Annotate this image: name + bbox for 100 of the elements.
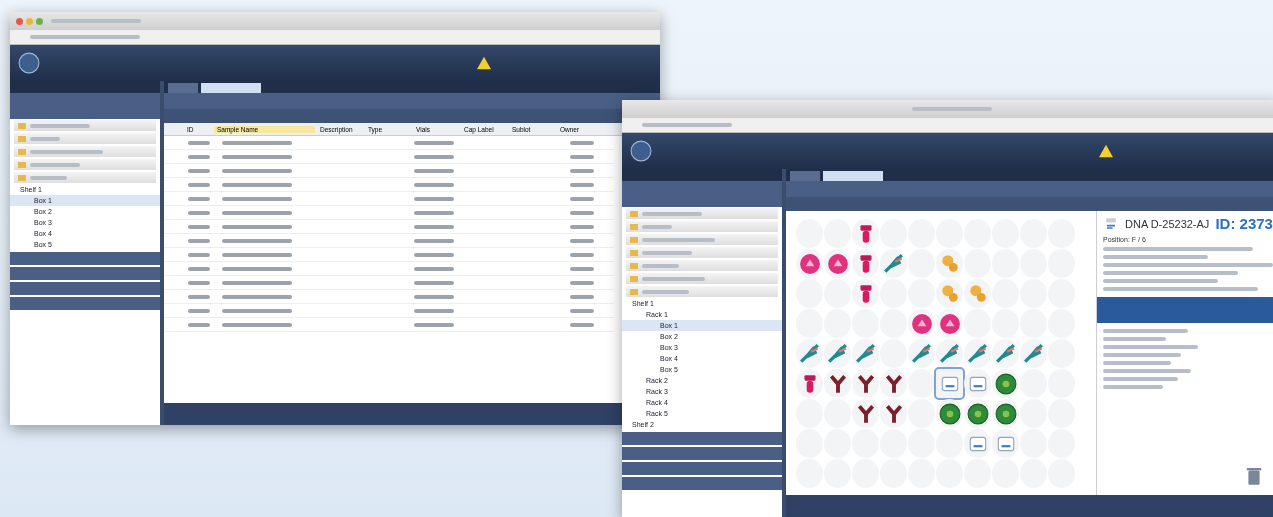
- vial-icon: [1103, 215, 1119, 232]
- well[interactable]: [852, 369, 879, 398]
- blurred-text: [642, 224, 672, 229]
- blurred-text: [30, 136, 60, 141]
- folder-item[interactable]: [626, 286, 778, 297]
- blurred-text: [222, 294, 292, 299]
- blurred-text: [222, 140, 292, 145]
- blurred-text: [414, 252, 454, 257]
- accordion-bar[interactable]: [622, 462, 782, 475]
- sample-id: ID: 2373: [1215, 215, 1273, 232]
- blurred-text: [30, 123, 90, 128]
- well[interactable]: [880, 399, 907, 428]
- blurred-text: [570, 224, 594, 229]
- blurred-text: [222, 238, 292, 243]
- folder-item[interactable]: [14, 172, 156, 183]
- well[interactable]: [852, 219, 879, 248]
- blurred-text: [414, 308, 454, 313]
- blurred-text: [188, 168, 210, 173]
- folder-item[interactable]: [626, 273, 778, 284]
- blurred-text: [188, 294, 210, 299]
- blurred-text: [222, 168, 292, 173]
- well[interactable]: [936, 309, 963, 338]
- tab[interactable]: [168, 83, 198, 93]
- well[interactable]: [936, 399, 963, 428]
- blurred-text: [222, 224, 292, 229]
- tab[interactable]: [823, 171, 883, 181]
- blurred-text: [188, 224, 210, 229]
- address-bar[interactable]: [622, 118, 1273, 133]
- blurred-text: [1103, 361, 1171, 365]
- leaf-icon: [994, 342, 1017, 365]
- trash-icon[interactable]: [1246, 465, 1262, 487]
- blurred-text: [188, 322, 210, 327]
- blurred-text: [570, 280, 594, 285]
- well[interactable]: [880, 369, 907, 398]
- blurred-text: [1103, 385, 1163, 389]
- cell-icon: [994, 402, 1017, 425]
- accordion-bar[interactable]: [10, 282, 160, 295]
- window-buttons-icon[interactable]: [16, 17, 43, 25]
- folder-item[interactable]: [626, 247, 778, 258]
- folder-item[interactable]: [14, 159, 156, 170]
- blurred-text: [188, 196, 210, 201]
- blurred-text: [188, 238, 210, 243]
- blurred-text: [30, 162, 80, 167]
- well[interactable]: [852, 399, 879, 428]
- blurred-text: [414, 182, 454, 187]
- well[interactable]: [964, 399, 991, 428]
- blurred-text: [188, 266, 210, 271]
- accordion-bar[interactable]: [622, 432, 782, 445]
- folder-item[interactable]: [14, 120, 156, 131]
- leaf-icon: [1022, 342, 1045, 365]
- tab[interactable]: [201, 83, 261, 93]
- blurred-text: [414, 224, 454, 229]
- blurred-text: [188, 308, 210, 313]
- well[interactable]: [824, 369, 851, 398]
- address-bar[interactable]: [10, 30, 660, 45]
- accordion-bar[interactable]: [622, 477, 782, 490]
- ball-icon: [826, 252, 849, 275]
- well[interactable]: [796, 369, 823, 398]
- accordion-bar[interactable]: [10, 297, 160, 310]
- blurred-text: [414, 280, 454, 285]
- accordion-bar[interactable]: [10, 267, 160, 280]
- blurred-text: [570, 308, 594, 313]
- leaf-icon: [966, 342, 989, 365]
- folder-item[interactable]: [14, 133, 156, 144]
- blurred-text: [642, 289, 689, 294]
- well[interactable]: [852, 249, 879, 278]
- well[interactable]: [992, 399, 1019, 428]
- warning-icon: [476, 56, 492, 70]
- folder-item[interactable]: [626, 208, 778, 219]
- blurred-text: [222, 154, 292, 159]
- blurred-text: [414, 196, 454, 201]
- folder-item[interactable]: [14, 146, 156, 157]
- accordion-bar[interactable]: [10, 252, 160, 265]
- ball-icon: [910, 312, 933, 335]
- blurred-text: [222, 266, 292, 271]
- accordion-bar[interactable]: [622, 447, 782, 460]
- folder-item[interactable]: [626, 221, 778, 232]
- cell-icon: [938, 402, 961, 425]
- ball-icon: [798, 252, 821, 275]
- blurred-text: [570, 196, 594, 201]
- blurred-text: [570, 294, 594, 299]
- well[interactable]: [852, 279, 879, 308]
- leaf-icon: [882, 252, 905, 275]
- well[interactable]: [992, 369, 1019, 398]
- blurred-text: [188, 182, 210, 187]
- cell-icon: [994, 372, 1017, 395]
- logo-icon: [18, 52, 40, 74]
- folder-item[interactable]: [626, 234, 778, 245]
- well[interactable]: [824, 249, 851, 278]
- blurred-text: [222, 196, 292, 201]
- blurred-text: [570, 266, 594, 271]
- well[interactable]: [796, 249, 823, 278]
- tab[interactable]: [790, 171, 820, 181]
- blurred-text: [570, 322, 594, 327]
- blurred-text: [222, 308, 292, 313]
- blurred-text: [222, 182, 292, 187]
- well[interactable]: [908, 309, 935, 338]
- blurred-text: [570, 238, 594, 243]
- folder-item[interactable]: [626, 260, 778, 271]
- blurred-text: [570, 168, 594, 173]
